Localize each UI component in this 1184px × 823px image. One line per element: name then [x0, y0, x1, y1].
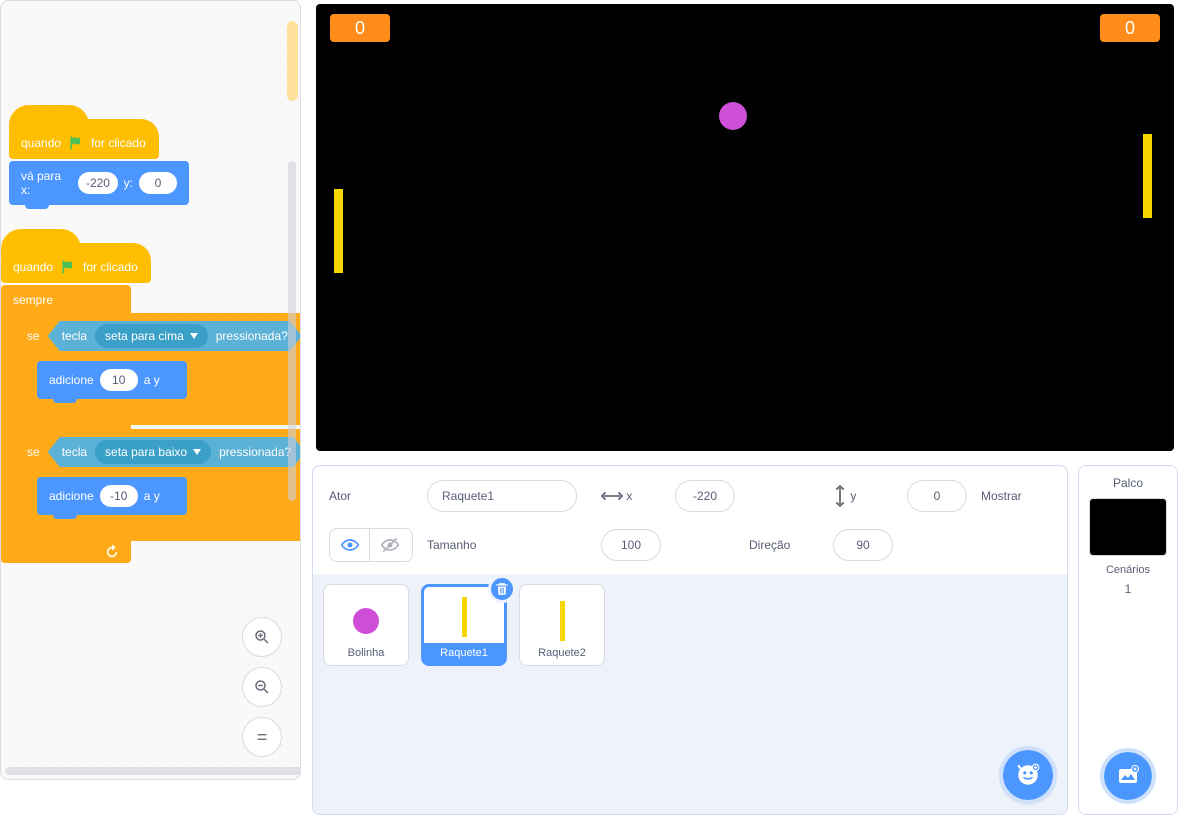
sprite-name: Raquete2 [538, 647, 586, 659]
score-left-display: 0 [330, 14, 390, 42]
tamanho-label: Tamanho [427, 538, 587, 552]
input-y[interactable]: 0 [139, 172, 177, 194]
sensing-key-pressed[interactable]: tecla seta para baixo pressionada? [48, 437, 301, 467]
sprite-list: Bolinha Raquete1 [313, 574, 1067, 814]
forever-label: sempre [13, 293, 53, 307]
sprite-name: Raquete1 [424, 643, 504, 663]
if-label: se [27, 329, 40, 343]
hat-text-suffix: for clicado [91, 136, 146, 150]
label: tecla [62, 329, 87, 343]
workspace-zoom-controls: = [242, 617, 282, 757]
label: adicione [49, 373, 94, 387]
backpack-panel[interactable] [1, 779, 300, 780]
control-if-block[interactable]: se tecla seta para cima pressionada? [15, 313, 301, 425]
sprite-thumb [346, 601, 386, 641]
y-axis-icon: y [833, 485, 893, 507]
stage-panel-title: Palco [1079, 466, 1177, 496]
script-stack-2[interactable]: quando for clicado sempre se [1, 243, 151, 563]
hat-text-prefix: quando [21, 136, 61, 150]
direcao-label: Direção [749, 538, 819, 552]
input-value[interactable]: 10 [100, 369, 138, 391]
control-if-block[interactable]: se tecla seta para baixo pressionada? [15, 429, 301, 541]
chevron-down-icon [193, 449, 201, 455]
workspace-scrollbar-vertical[interactable] [288, 11, 296, 709]
green-flag-icon [59, 258, 77, 276]
sprite-tile-bolinha[interactable]: Bolinha [323, 584, 409, 666]
add-sprite-button[interactable] [1003, 750, 1053, 800]
green-flag-icon [67, 134, 85, 152]
input-x[interactable]: -220 [78, 172, 117, 194]
sprite-name: Bolinha [348, 647, 385, 659]
sprite-tile-raquete2[interactable]: Raquete2 [519, 584, 605, 666]
key-dropdown[interactable]: seta para cima [95, 324, 208, 348]
show-button[interactable] [330, 529, 370, 561]
motion-goto-xy-block[interactable]: vá para x: -220 y: 0 [9, 161, 189, 205]
blocks-workspace[interactable]: quando for clicado vá para x: -220 y: 0 [0, 0, 301, 780]
label: adicione [49, 489, 94, 503]
hide-button[interactable] [370, 529, 410, 561]
hat-text-suffix: for clicado [83, 260, 138, 274]
label: pressionada? [219, 445, 291, 459]
stage-canvas[interactable]: 0 0 [316, 4, 1174, 451]
stage-thumbnail[interactable] [1089, 498, 1167, 556]
event-hat-flag-clicked[interactable]: quando for clicado [9, 119, 159, 159]
sprite-thumb [542, 601, 582, 641]
add-backdrop-button[interactable] [1104, 752, 1152, 800]
sprite-y-input[interactable]: 0 [907, 480, 967, 512]
label: tecla [62, 445, 87, 459]
stage-panel: Palco Cenários 1 [1078, 465, 1178, 815]
sprite-info-bar: Ator Raquete1 x -220 y 0 Mostrar [313, 466, 1067, 574]
zoom-out-button[interactable] [242, 667, 282, 707]
sprite-direction-input[interactable]: 90 [833, 529, 893, 561]
sprite-thumb [444, 597, 484, 637]
repeat-arrow-icon [103, 543, 121, 561]
ball-sprite[interactable] [719, 102, 747, 130]
label: pressionada? [216, 329, 288, 343]
stage-area: 0 0 [312, 0, 1178, 455]
motion-change-y-block[interactable]: adicione -10 a y [37, 477, 187, 515]
sprite-x-input[interactable]: -220 [675, 480, 735, 512]
zoom-in-button[interactable] [242, 617, 282, 657]
sprite-tile-raquete1[interactable]: Raquete1 [421, 584, 507, 666]
visibility-toggle [329, 528, 413, 562]
delete-sprite-button[interactable] [488, 575, 516, 603]
sprite-panel: Ator Raquete1 x -220 y 0 Mostrar [312, 465, 1068, 815]
hat-text-prefix: quando [13, 260, 53, 274]
paddle-right-sprite[interactable] [1143, 134, 1152, 218]
label: vá para x: [21, 169, 72, 197]
if-label: se [27, 445, 40, 459]
chevron-down-icon [190, 333, 198, 339]
event-hat-flag-clicked[interactable]: quando for clicado [1, 243, 151, 283]
score-right-display: 0 [1100, 14, 1160, 42]
backdrops-count: 1 [1125, 582, 1132, 596]
motion-change-y-block[interactable]: adicione 10 a y [37, 361, 187, 399]
input-value[interactable]: -10 [100, 485, 138, 507]
label: y: [124, 176, 133, 190]
paddle-left-sprite[interactable] [334, 189, 343, 273]
workspace-scrollbar-horizontal[interactable] [5, 767, 301, 775]
backdrops-label: Cenários [1106, 564, 1150, 576]
label: a y [144, 373, 160, 387]
ator-label: Ator [329, 489, 413, 503]
sprite-name-input[interactable]: Raquete1 [427, 480, 577, 512]
x-axis-icon: x [601, 489, 661, 503]
sprite-size-input[interactable]: 100 [601, 529, 661, 561]
key-dropdown[interactable]: seta para baixo [95, 440, 211, 464]
sensing-key-pressed[interactable]: tecla seta para cima pressionada? [48, 321, 301, 351]
zoom-reset-button[interactable]: = [242, 717, 282, 757]
control-forever-block[interactable]: sempre se tecla seta para cima [1, 285, 131, 563]
mostrar-label: Mostrar [981, 489, 1051, 503]
label: a y [144, 489, 160, 503]
script-stack-1[interactable]: quando for clicado vá para x: -220 y: 0 [9, 119, 189, 205]
